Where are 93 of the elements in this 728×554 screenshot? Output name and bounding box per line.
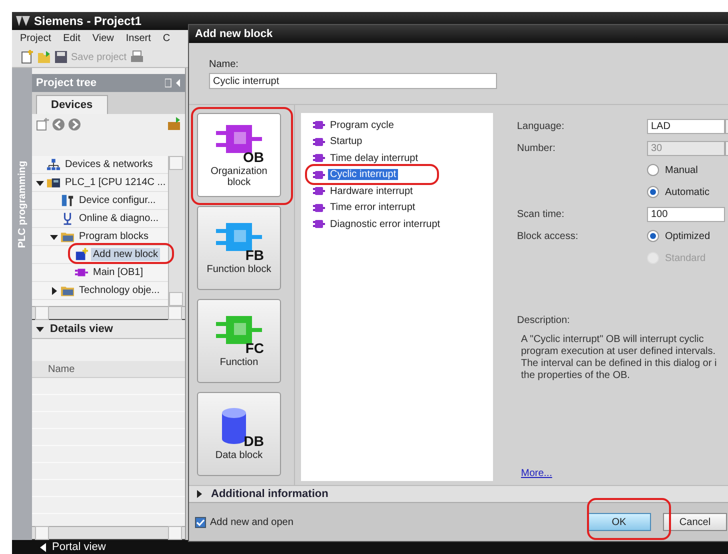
expand-arrow-icon[interactable] [36,178,44,186]
add-group-icon[interactable] [36,118,49,130]
name-field[interactable]: Cyclic interrupt [209,73,497,89]
block-type-item[interactable]: Hardware interrupt [328,186,415,197]
block-type-item[interactable]: Cyclic interrupt [328,169,398,180]
block-code: FB [245,247,264,263]
radio-button[interactable] [647,230,659,242]
checkbox-label: Add new and open [210,516,294,528]
radio-label: Standard [665,252,706,264]
device-view-icon[interactable] [167,117,181,131]
block-type-item[interactable]: Time error interrupt [328,202,418,214]
add-block-icon [75,248,88,261]
radio-button[interactable] [647,186,659,198]
tree-item[interactable]: Technology obje... [77,284,162,297]
description-label: Description: [517,315,571,326]
forward-icon[interactable] [68,118,81,130]
block-type-button[interactable]: OB Organization block [197,113,281,197]
radio-label: Manual [665,164,698,176]
block-type-item[interactable]: Program cycle [328,120,396,131]
app-logo-icon [16,15,30,27]
field-label: Block access: [517,230,580,242]
open-folder-icon[interactable] [37,50,51,64]
block-icon [313,136,325,147]
panel-title: Project tree [36,77,97,89]
block-icon [313,153,325,164]
cancel-button[interactable]: Cancel [663,513,727,531]
dialog-title: Add new block [195,28,273,40]
devices-tab[interactable]: Devices [36,95,108,114]
print-icon[interactable] [130,50,144,64]
tree-item[interactable]: Device configur... [77,194,158,207]
menu-item[interactable]: Project [20,33,52,44]
folder-icon [61,284,74,297]
tree-item[interactable]: Program blocks [77,230,150,243]
block-code: DB [244,433,264,449]
new-project-icon[interactable] [20,50,34,64]
back-arrow-icon[interactable] [40,542,46,552]
checkbox[interactable] [195,516,206,528]
window-title: Siemens - Project1 [34,14,142,28]
tree-item[interactable]: Devices & networks [63,158,155,171]
more-link[interactable]: More... [521,468,552,479]
folder-icon [61,230,74,243]
radio-label: Automatic [665,186,710,198]
language-dropdown[interactable]: LAD [647,118,725,134]
plc-icon [47,176,60,189]
block-type-button[interactable]: DB Data block [197,392,281,476]
menu-item[interactable]: Insert [126,33,151,44]
expand-arrow-icon[interactable] [195,490,203,498]
details-view-title: Details view [50,323,113,335]
collapse-arrow-icon[interactable] [36,325,44,333]
tree-item[interactable]: Main [OB1] [91,266,146,279]
menu-item[interactable]: C [162,33,170,44]
expand-arrow-icon[interactable] [50,232,58,240]
block-icon [313,202,325,213]
save-icon[interactable] [54,50,68,64]
online-diagnostics-icon [61,212,74,225]
network-icon [47,158,60,171]
block-type-button[interactable]: FB Function block [197,206,281,290]
block-type-item[interactable]: Startup [328,136,364,148]
tree-item[interactable]: Add new block [91,248,160,261]
collapse-icon[interactable] [165,78,181,88]
block-icon [313,186,325,196]
block-icon [214,223,264,251]
name-label: Name: [209,59,240,70]
block-icon [313,219,325,230]
block-icon [214,316,264,344]
block-type-item[interactable]: Time delay interrupt [328,152,420,164]
section-title[interactable]: Additional information [211,488,328,500]
field-label: Language: [517,120,566,132]
description-text: A "Cyclic interrupt" OB will interrupt cyclic program execution at user defined intervals. The interval can be defined in this dialog or i the properties of the OB. [521,334,718,382]
block-icon [313,170,325,180]
tree-item[interactable]: Online & diagno... [77,212,160,225]
radio-label: Optimized [665,230,710,242]
block-code: OB [243,148,264,164]
field-label: Scan time: [517,208,566,220]
menu-item[interactable]: Edit [63,33,80,44]
block-code: FC [245,340,264,356]
field-label: Number: [517,142,556,154]
radio-button[interactable] [647,164,659,176]
ok-button[interactable]: OK [587,513,651,531]
block-icon [75,266,88,279]
column-header[interactable]: Name [48,364,75,374]
block-type-item[interactable]: Diagnostic error interrupt [328,218,442,230]
block-type-button[interactable]: FC Function [197,299,281,383]
block-icon [214,124,264,152]
block-icon [313,120,325,130]
back-icon[interactable] [52,118,65,130]
cylinder-icon [222,408,246,444]
portal-view-button[interactable]: Portal view [52,541,106,553]
expand-arrow-icon[interactable] [50,286,58,294]
tree-item[interactable]: PLC_1 [CPU 1214C ... [63,176,168,189]
scan-time-field[interactable]: 100 [647,206,725,222]
device-config-icon [61,194,74,207]
menu-item[interactable]: View [92,33,114,44]
